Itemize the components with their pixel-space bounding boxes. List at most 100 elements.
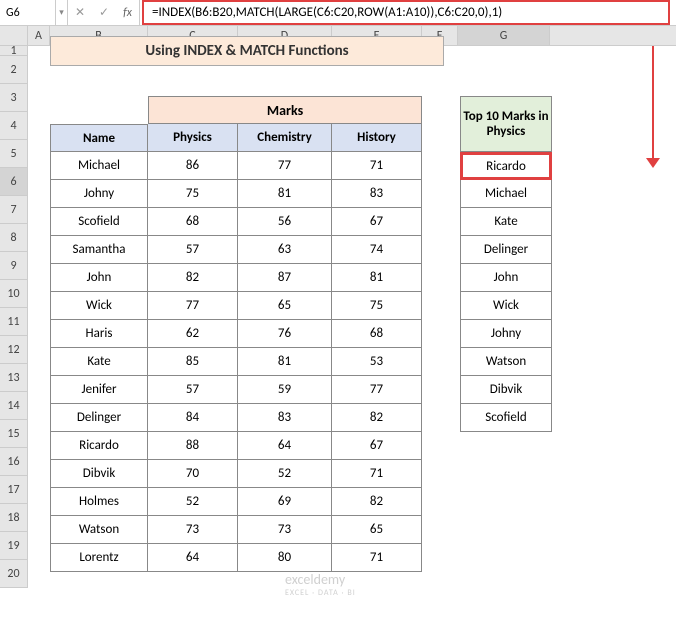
cell-chemistry[interactable]: 63: [238, 236, 332, 264]
cell-chemistry[interactable]: 81: [238, 348, 332, 376]
row-header-4[interactable]: 4: [0, 112, 28, 140]
cell-physics[interactable]: 86: [148, 152, 238, 180]
cell-physics[interactable]: 57: [148, 236, 238, 264]
top10-cell[interactable]: Delinger: [460, 236, 552, 264]
table-row[interactable]: Watson737365: [50, 516, 422, 544]
col-header-G[interactable]: G: [458, 26, 550, 45]
cell-name[interactable]: Holmes: [50, 488, 148, 516]
cell-physics[interactable]: 82: [148, 264, 238, 292]
row-header-17[interactable]: 17: [0, 476, 28, 504]
cell-physics[interactable]: 70: [148, 460, 238, 488]
cell-chemistry[interactable]: 76: [238, 320, 332, 348]
cell-history[interactable]: 68: [332, 320, 422, 348]
cell-history[interactable]: 82: [332, 404, 422, 432]
cell-chemistry[interactable]: 80: [238, 544, 332, 572]
cell-chemistry[interactable]: 69: [238, 488, 332, 516]
cancel-icon[interactable]: ✕: [68, 0, 92, 25]
confirm-icon[interactable]: ✓: [92, 0, 116, 25]
cell-physics[interactable]: 84: [148, 404, 238, 432]
cell-name[interactable]: Kate: [50, 348, 148, 376]
active-cell[interactable]: Ricardo: [460, 152, 552, 180]
cell-chemistry[interactable]: 87: [238, 264, 332, 292]
cell-name[interactable]: Johny: [50, 180, 148, 208]
cell-name[interactable]: Lorentz: [50, 544, 148, 572]
cell-name[interactable]: Jenifer: [50, 376, 148, 404]
table-row[interactable]: Scofield685667: [50, 208, 422, 236]
row-header-2[interactable]: 2: [0, 56, 28, 84]
cell-name[interactable]: Wick: [50, 292, 148, 320]
cell-history[interactable]: 65: [332, 516, 422, 544]
top10-cell[interactable]: Michael: [460, 180, 552, 208]
cell-chemistry[interactable]: 77: [238, 152, 332, 180]
table-row[interactable]: Jenifer575977: [50, 376, 422, 404]
row-header-10[interactable]: 10: [0, 280, 28, 308]
cell-name[interactable]: Scofield: [50, 208, 148, 236]
cell-history[interactable]: 67: [332, 432, 422, 460]
top10-cell[interactable]: Johny: [460, 320, 552, 348]
top10-cell[interactable]: Kate: [460, 208, 552, 236]
row-header-13[interactable]: 13: [0, 364, 28, 392]
cell-history[interactable]: 71: [332, 544, 422, 572]
cell-physics[interactable]: 73: [148, 516, 238, 544]
table-row[interactable]: Haris627668: [50, 320, 422, 348]
row-header-15[interactable]: 15: [0, 420, 28, 448]
cell-name[interactable]: Haris: [50, 320, 148, 348]
row-header-5[interactable]: 5: [0, 140, 28, 168]
col-header-A[interactable]: A: [28, 26, 50, 45]
cell-name[interactable]: Michael: [50, 152, 148, 180]
row-header-12[interactable]: 12: [0, 336, 28, 364]
cell-name[interactable]: Delinger: [50, 404, 148, 432]
cell-chemistry[interactable]: 65: [238, 292, 332, 320]
cell-history[interactable]: 74: [332, 236, 422, 264]
cell-history[interactable]: 67: [332, 208, 422, 236]
row-header-18[interactable]: 18: [0, 504, 28, 532]
name-box[interactable]: G6: [0, 0, 56, 25]
table-row[interactable]: Kate858153: [50, 348, 422, 376]
cell-physics[interactable]: 62: [148, 320, 238, 348]
cell-chemistry[interactable]: 83: [238, 404, 332, 432]
table-row[interactable]: John828781: [50, 264, 422, 292]
cell-chemistry[interactable]: 56: [238, 208, 332, 236]
table-row[interactable]: Johny758183: [50, 180, 422, 208]
cell-history[interactable]: 81: [332, 264, 422, 292]
row-header-1[interactable]: 1: [0, 46, 28, 56]
cell-chemistry[interactable]: 59: [238, 376, 332, 404]
cell-history[interactable]: 77: [332, 376, 422, 404]
row-header-3[interactable]: 3: [0, 84, 28, 112]
cell-physics[interactable]: 85: [148, 348, 238, 376]
table-row[interactable]: Samantha576374: [50, 236, 422, 264]
top10-cell[interactable]: Scofield: [460, 404, 552, 432]
table-row[interactable]: Ricardo886467: [50, 432, 422, 460]
cell-chemistry[interactable]: 73: [238, 516, 332, 544]
table-row[interactable]: Michael867771: [50, 152, 422, 180]
cell-name[interactable]: Ricardo: [50, 432, 148, 460]
row-header-9[interactable]: 9: [0, 252, 28, 280]
cell-history[interactable]: 71: [332, 152, 422, 180]
row-header-11[interactable]: 11: [0, 308, 28, 336]
top10-cell[interactable]: Wick: [460, 292, 552, 320]
row-header-7[interactable]: 7: [0, 196, 28, 224]
top10-cell[interactable]: Watson: [460, 348, 552, 376]
top10-cell[interactable]: John: [460, 264, 552, 292]
cell-physics[interactable]: 52: [148, 488, 238, 516]
cell-history[interactable]: 83: [332, 180, 422, 208]
row-header-14[interactable]: 14: [0, 392, 28, 420]
cell-physics[interactable]: 57: [148, 376, 238, 404]
top10-cell[interactable]: Dibvik: [460, 376, 552, 404]
name-box-dropdown[interactable]: ▾: [56, 0, 68, 25]
cell-name[interactable]: Dibvik: [50, 460, 148, 488]
cell-physics[interactable]: 75: [148, 180, 238, 208]
cell-name[interactable]: Watson: [50, 516, 148, 544]
row-header-16[interactable]: 16: [0, 448, 28, 476]
cell-name[interactable]: Samantha: [50, 236, 148, 264]
table-row[interactable]: Holmes526982: [50, 488, 422, 516]
cell-history[interactable]: 75: [332, 292, 422, 320]
row-header-19[interactable]: 19: [0, 532, 28, 560]
cell-chemistry[interactable]: 81: [238, 180, 332, 208]
fx-icon[interactable]: fx: [116, 0, 140, 25]
cell-physics[interactable]: 68: [148, 208, 238, 236]
formula-input[interactable]: =INDEX(B6:B20,MATCH(LARGE(C6:C20,ROW(A1:…: [142, 0, 670, 25]
table-row[interactable]: Delinger848382: [50, 404, 422, 432]
cell-history[interactable]: 71: [332, 460, 422, 488]
table-row[interactable]: Wick776575: [50, 292, 422, 320]
